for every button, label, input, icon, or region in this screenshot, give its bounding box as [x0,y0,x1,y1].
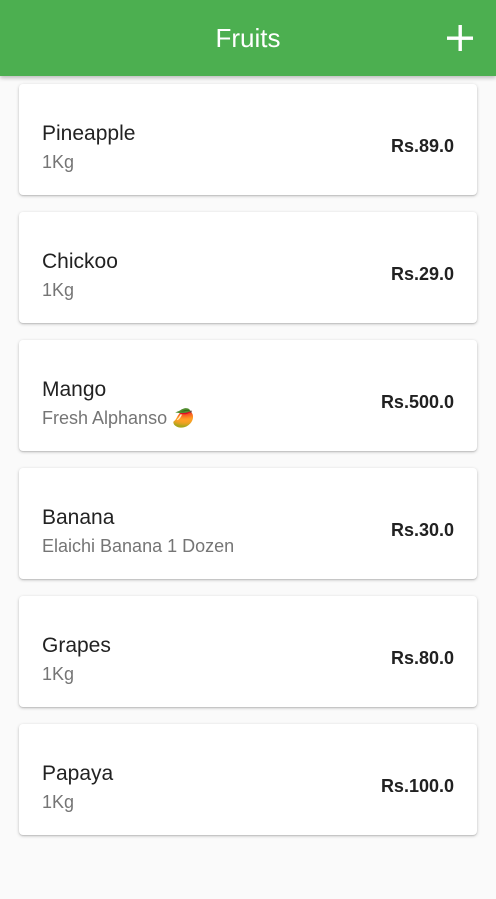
fruit-description: Fresh Alphanso 🥭 [42,408,195,428]
fruit-price: Rs.89.0 [390,136,454,156]
add-fruit-button[interactable] [440,18,480,58]
fruit-description: 1Kg [42,664,75,684]
fruit-price: Rs.100.0 [380,776,454,796]
fruit-name: Grapes [42,634,111,657]
fruit-card-banana[interactable]: Banana Elaichi Banana 1 Dozen Rs.30.0 [19,468,477,579]
page-title: Fruits [215,23,281,53]
fruit-name: Mango [42,378,107,401]
fruit-card-pineapple[interactable]: Pineapple 1Kg Rs.89.0 [19,84,477,195]
fruit-description: 1Kg [42,792,75,812]
fruit-card-grapes[interactable]: Grapes 1Kg Rs.80.0 [19,596,477,707]
fruit-name: Papaya [42,762,114,785]
fruit-name: Pineapple [42,122,136,145]
fruit-price: Rs.30.0 [390,520,454,540]
fruit-list: Pineapple 1Kg Rs.89.0 Chickoo 1Kg Rs.29.… [19,84,477,852]
fruit-card-mango[interactable]: Mango Fresh Alphanso 🥭 Rs.500.0 [19,340,477,451]
fruit-description: 1Kg [42,280,75,300]
fruit-name: Banana [42,506,115,529]
fruit-card-chickoo[interactable]: Chickoo 1Kg Rs.29.0 [19,212,477,323]
fruit-description: Elaichi Banana 1 Dozen [42,536,235,556]
fruit-description: 1Kg [42,152,75,172]
fruit-card-papaya[interactable]: Papaya 1Kg Rs.100.0 [19,724,477,835]
fruit-name: Chickoo [42,250,118,273]
fruit-price: Rs.80.0 [390,648,454,668]
fruit-price: Rs.500.0 [380,392,454,412]
plus-icon [447,25,473,51]
app-bar: Fruits [0,0,496,76]
fruit-price: Rs.29.0 [390,264,454,284]
